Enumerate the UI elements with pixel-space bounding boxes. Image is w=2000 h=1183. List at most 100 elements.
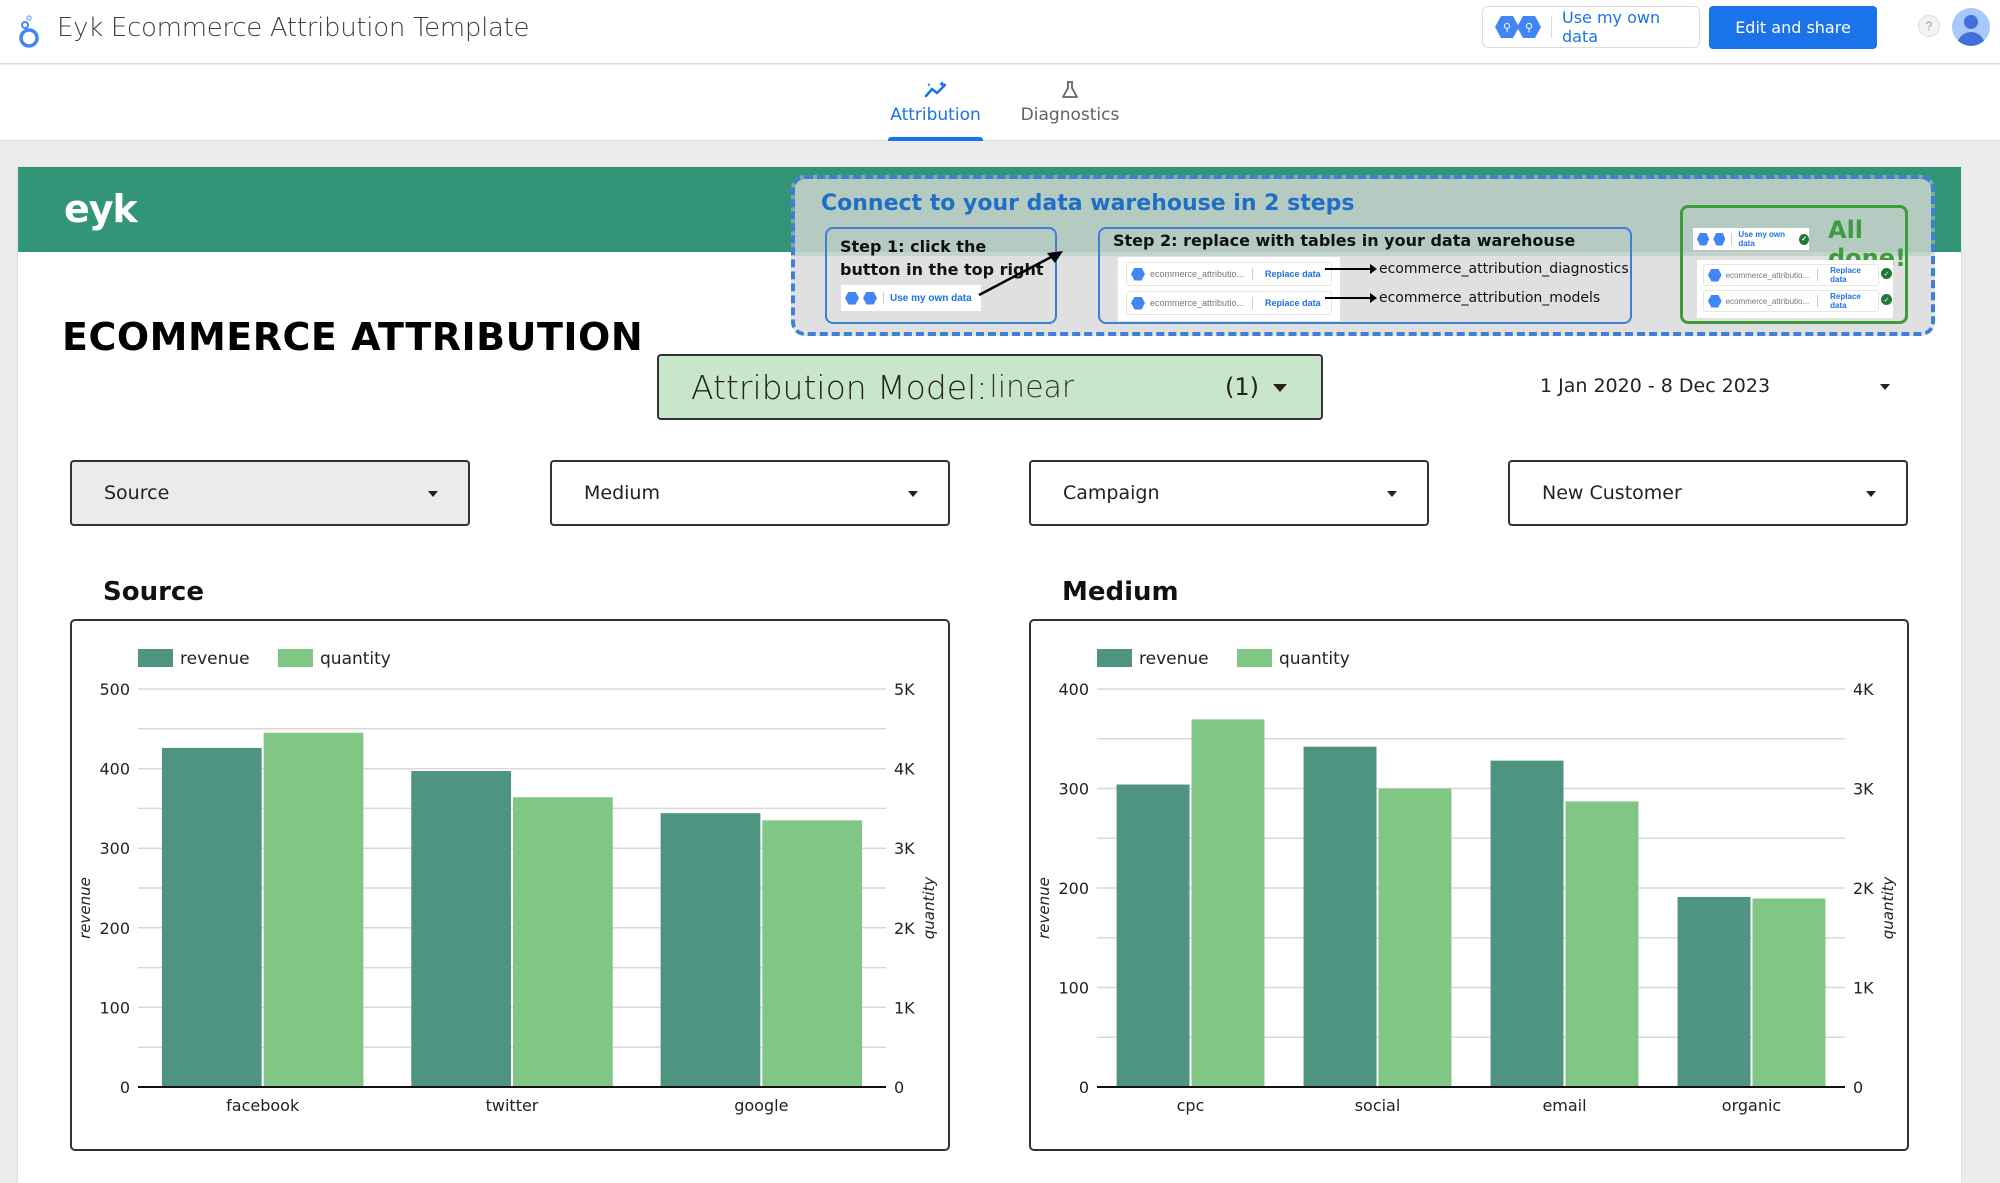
bar-quantity-email	[1565, 801, 1639, 1087]
use-my-own-data-button[interactable]: ⚲ ⚲ Use my own data	[1482, 6, 1700, 48]
y2-tick-label: 0	[1853, 1078, 1863, 1097]
attribution-model-dropdown[interactable]: Attribution Model: linear (1)	[657, 354, 1323, 420]
medium-bar-chart: 0 0 100 1K 200 2K 300 3K 400 4K revenue quantity cpc…	[1035, 649, 1897, 1115]
check-icon: ✓	[1799, 233, 1809, 245]
edit-and-share-button[interactable]: Edit and share	[1709, 6, 1877, 49]
bar-quantity-social	[1378, 788, 1452, 1087]
y-axis-title: revenue	[76, 877, 94, 939]
chevron-down-icon	[1387, 491, 1397, 497]
step-1-button-label: Use my own data	[890, 292, 972, 304]
flask-icon	[1062, 81, 1078, 98]
data-source-row: ecommerce_attributio... Replace data ✓	[1703, 290, 1892, 312]
y-tick-label: 100	[1058, 979, 1089, 998]
y-tick-label: 100	[99, 998, 130, 1017]
tab-diagnostics[interactable]: Diagnostics	[1018, 65, 1122, 141]
onboarding-title: Connect to your data warehouse in 2 step…	[821, 191, 1355, 216]
tab-attribution-label: Attribution	[890, 105, 981, 125]
data-source-row: ecommerce_attributio... Replace data	[1126, 262, 1332, 286]
y-tick-label: 200	[1058, 879, 1089, 898]
y-axis-title: revenue	[1035, 877, 1053, 939]
y-tick-label: 500	[99, 680, 130, 699]
arrow-icon	[1325, 293, 1377, 303]
onboarding-done: All done! Use my own data ✓ ecommerce_at…	[1680, 205, 1908, 324]
date-range-picker[interactable]: 1 Jan 2020 - 8 Dec 2023	[1518, 367, 1898, 407]
bigquery-icon	[863, 291, 877, 305]
y2-tick-label: 1K	[894, 998, 915, 1017]
bigquery-icon	[1131, 267, 1145, 281]
bigquery-icon	[1708, 268, 1722, 282]
legend-swatch-quantity	[1237, 649, 1272, 667]
use-my-own-data-label: Use my own data	[1561, 8, 1661, 46]
bar-quantity-twitter	[513, 797, 613, 1087]
bar-revenue-twitter	[411, 770, 511, 1087]
account-avatar[interactable]	[1952, 8, 1990, 46]
bar-revenue-google	[660, 813, 761, 1087]
y-tick-label: 300	[1058, 780, 1089, 799]
bar-revenue-cpc	[1116, 784, 1190, 1087]
step-1-button-preview: Use my own data	[841, 285, 981, 311]
arrow-icon	[1325, 264, 1377, 274]
bar-revenue-organic	[1677, 896, 1751, 1087]
legend-label-quantity: quantity	[320, 649, 391, 669]
page-tabs: Attribution Diagnostics	[0, 65, 2000, 141]
y2-axis-title: quantity	[920, 876, 938, 940]
y2-tick-label: 1K	[1853, 979, 1874, 998]
report-title: Eyk Ecommerce Attribution Template	[57, 13, 530, 43]
sparkline-icon	[924, 81, 946, 98]
y-tick-label: 0	[120, 1078, 130, 1097]
y-tick-label: 400	[99, 760, 130, 779]
onboarding-step-1: Step 1: click the button in the top righ…	[825, 227, 1063, 324]
y-tick-label: 300	[99, 839, 130, 858]
legend-label-revenue: revenue	[1139, 649, 1209, 669]
tab-attribution[interactable]: Attribution	[888, 65, 983, 141]
target-table-models: ecommerce_attribution_models	[1325, 290, 1600, 306]
help-icon[interactable]: ?	[1918, 15, 1940, 37]
bar-revenue-facebook	[161, 747, 262, 1087]
arrow-icon	[978, 251, 1063, 297]
bar-revenue-email	[1490, 760, 1564, 1087]
legend-label-quantity: quantity	[1279, 649, 1350, 669]
report-canvas: eyk ECOMMERCE ATTRIBUTION Connect to you…	[18, 167, 1961, 1183]
chevron-down-icon	[1866, 491, 1876, 497]
y2-tick-label: 2K	[1853, 879, 1874, 898]
target-table-diagnostics: ecommerce_attribution_diagnostics	[1325, 261, 1629, 277]
check-icon: ✓	[1881, 268, 1892, 279]
source-filter-dropdown[interactable]: Source	[70, 460, 470, 526]
medium-filter-dropdown[interactable]: Medium	[550, 460, 950, 526]
chevron-down-icon	[1880, 384, 1890, 390]
filter-label: Medium	[584, 482, 660, 504]
check-icon: ✓	[1881, 294, 1892, 305]
campaign-filter-dropdown[interactable]: Campaign	[1029, 460, 1429, 526]
tab-diagnostics-label: Diagnostics	[1020, 105, 1120, 125]
data-source-row: ecommerce_attributio... Replace data ✓	[1703, 264, 1892, 286]
y2-tick-label: 3K	[894, 839, 915, 858]
bar-revenue-social	[1303, 746, 1377, 1087]
attribution-model-label: Attribution Model:	[691, 367, 988, 407]
y-tick-label: 200	[99, 919, 130, 938]
y2-tick-label: 0	[894, 1078, 904, 1097]
x-tick-label: email	[1542, 1096, 1586, 1115]
bigquery-icon	[845, 291, 859, 305]
x-tick-label: organic	[1722, 1096, 1781, 1115]
bigquery-icon	[1697, 232, 1710, 246]
active-tab-indicator	[888, 137, 983, 141]
looker-studio-icon[interactable]	[14, 14, 44, 50]
y2-tick-label: 4K	[894, 760, 915, 779]
x-tick-label: google	[734, 1096, 788, 1115]
y2-axis-title: quantity	[1879, 876, 1897, 940]
legend-swatch-revenue	[1097, 649, 1132, 667]
done-data-source-preview: ecommerce_attributio... Replace data ✓ e…	[1697, 260, 1893, 318]
new-customer-filter-dropdown[interactable]: New Customer	[1508, 460, 1908, 526]
legend-swatch-quantity	[278, 649, 313, 667]
chevron-down-icon	[908, 491, 918, 497]
chevron-down-icon	[1273, 384, 1287, 392]
app-header: Eyk Ecommerce Attribution Template ⚲ ⚲ Us…	[0, 0, 2000, 64]
step-2-text: Step 2: replace with tables in your data…	[1113, 231, 1576, 250]
filter-label: Source	[104, 482, 170, 504]
filter-label: New Customer	[1542, 482, 1682, 504]
divider	[1551, 16, 1552, 38]
source-chart[interactable]: 0 0 100 1K 200 2K 300 3K 400 4K 500 5K revenue quanti…	[70, 619, 950, 1151]
medium-chart[interactable]: 0 0 100 1K 200 2K 300 3K 400 4K revenue quantity cpc…	[1029, 619, 1909, 1151]
x-tick-label: cpc	[1177, 1096, 1205, 1115]
medium-chart-title: Medium	[1062, 577, 1179, 607]
